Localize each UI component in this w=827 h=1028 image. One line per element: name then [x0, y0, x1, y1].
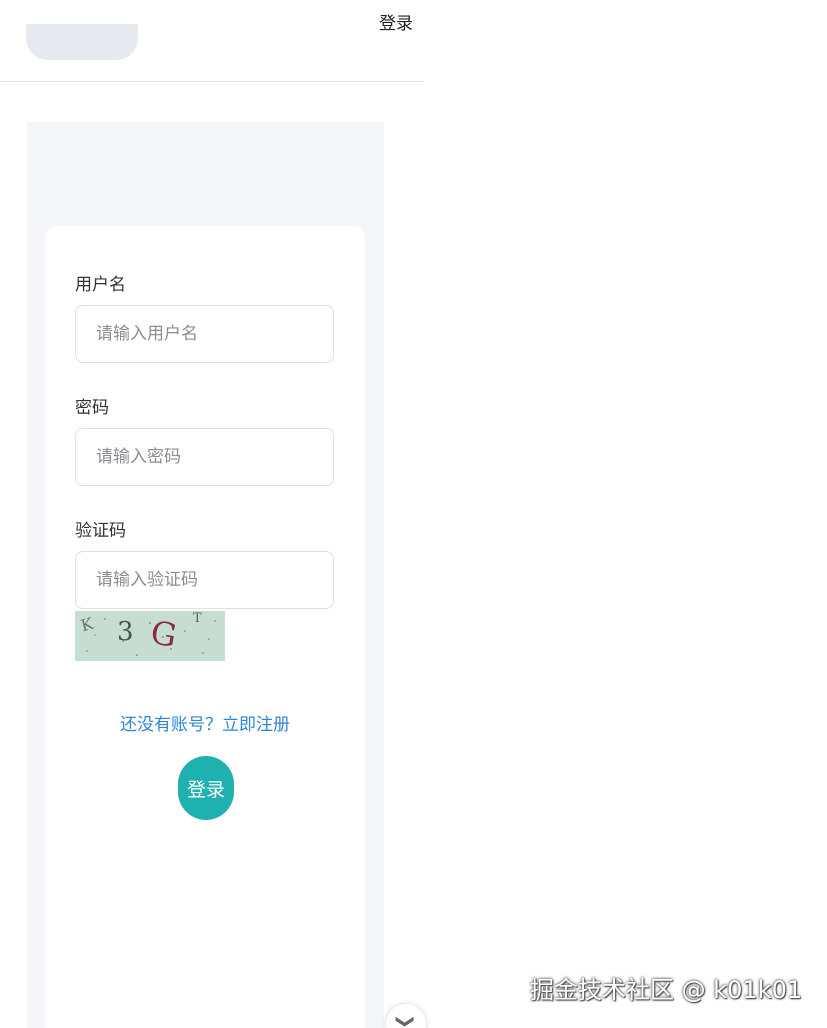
captcha-char: T: [193, 611, 202, 626]
password-label: 密码: [75, 398, 109, 418]
login-button[interactable]: 登录: [178, 756, 234, 820]
captcha-char: 3: [117, 617, 134, 647]
username-input[interactable]: [75, 305, 334, 363]
username-label: 用户名: [75, 275, 126, 295]
captcha-image[interactable]: K 3 G T: [75, 611, 225, 661]
page: 登录 用户名 密码 验证码 K 3: [0, 0, 827, 1028]
register-link[interactable]: 还没有账号？立即注册: [45, 710, 365, 735]
watermark: 掘金技术社区 @ k01k01: [530, 976, 803, 1004]
header-avatar-placeholder: [26, 24, 138, 60]
password-input[interactable]: [75, 428, 334, 486]
login-card: 用户名 密码 验证码 K 3 G T: [45, 226, 365, 1028]
scroll-down-button[interactable]: ❯: [386, 1004, 426, 1028]
header-login-link[interactable]: 登录: [379, 9, 413, 34]
captcha-input[interactable]: [75, 551, 334, 609]
chevron-down-icon: ❯: [395, 1013, 417, 1028]
header: 登录: [0, 0, 424, 82]
captcha-label: 验证码: [75, 521, 126, 541]
